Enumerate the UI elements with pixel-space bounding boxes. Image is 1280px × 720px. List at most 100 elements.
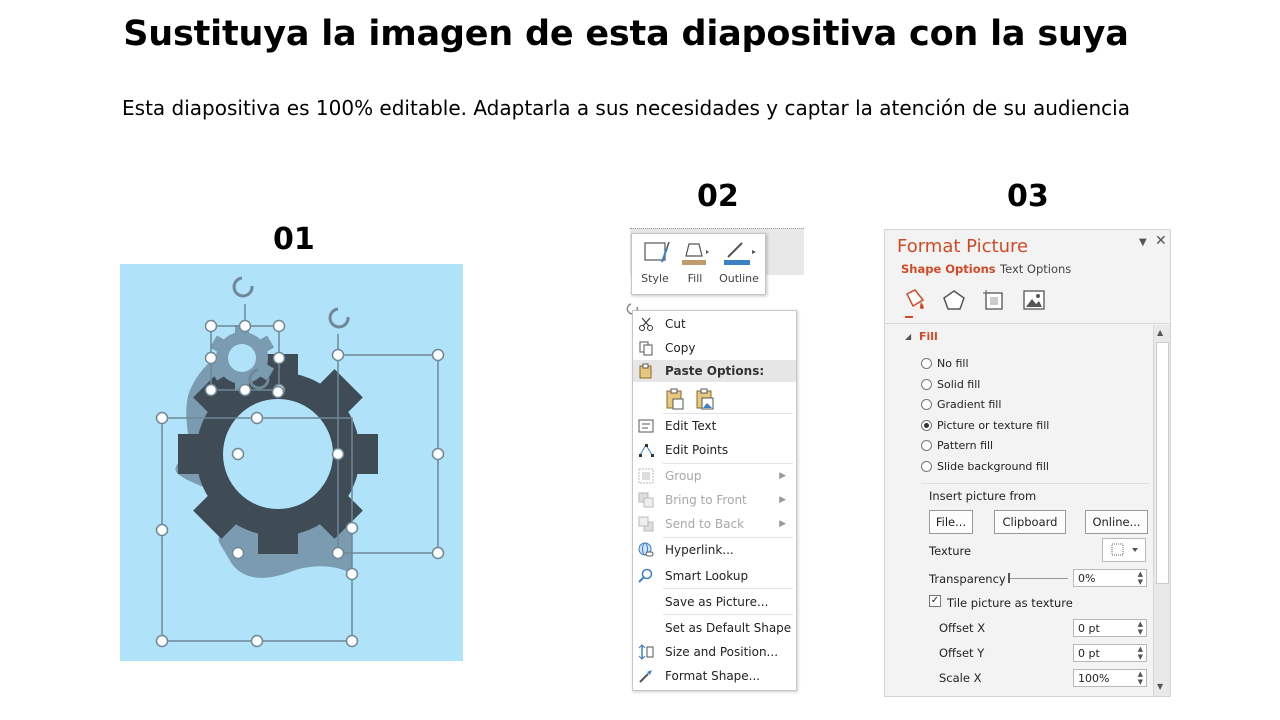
fill-line-tab-icon[interactable] <box>901 288 927 315</box>
send-to-back-icon <box>638 516 654 532</box>
head-gears-image[interactable] <box>120 264 463 661</box>
bring-to-front-icon <box>638 492 654 508</box>
spin-arrows-icon[interactable]: ▲ ▼ <box>1138 670 1143 686</box>
menu-separator <box>663 413 793 414</box>
menu-item-edit-text[interactable]: Edit Text <box>633 415 796 437</box>
gradient-fill-label: Gradient fill <box>937 398 1002 411</box>
no-fill-label: No fill <box>937 357 969 370</box>
offset-x-label: Offset X <box>939 621 986 635</box>
style-brush-icon <box>644 241 670 263</box>
scissors-icon <box>638 316 654 332</box>
pane-options-dropdown-icon[interactable]: ▼ <box>1139 237 1147 248</box>
cut-label: Cut <box>665 317 686 331</box>
scrollbar-thumb[interactable] <box>1156 342 1169 584</box>
offset-y-input[interactable]: 0 pt ▲ ▼ <box>1073 644 1147 662</box>
pane-title: Format Picture <box>897 236 1029 257</box>
texture-picker[interactable] <box>1102 538 1146 562</box>
slide-title: Sustituya la imagen de esta diapositiva … <box>123 14 1129 54</box>
step-number-03: 03 <box>1007 179 1049 214</box>
online-button[interactable]: Online... <box>1085 510 1148 534</box>
bring-to-front-label: Bring to Front <box>665 493 747 507</box>
solid-fill-label: Solid fill <box>937 378 981 391</box>
context-menu: Cut Copy Paste Options: Edit Text Edit P… <box>632 310 797 691</box>
paste-options-buttons <box>633 386 796 412</box>
clipboard-icon <box>638 363 654 379</box>
menu-item-hyperlink[interactable]: Hyperlink... <box>633 539 796 561</box>
mini-toolbar: Style Fill Outline <box>631 233 766 295</box>
section-divider <box>921 483 1149 484</box>
outline-label: Outline <box>719 272 759 285</box>
spin-arrows-icon[interactable]: ▲ ▼ <box>1138 645 1143 661</box>
step-number-01: 01 <box>273 222 315 257</box>
paste-options-label: Paste Options: <box>665 364 765 378</box>
edit-text-label: Edit Text <box>665 419 717 433</box>
hyperlink-label: Hyperlink... <box>665 543 734 557</box>
scale-x-label: Scale X <box>939 671 982 685</box>
transparency-slider-thumb[interactable] <box>1008 573 1010 583</box>
copy-label: Copy <box>665 341 696 355</box>
spin-arrows-icon[interactable]: ▲ ▼ <box>1138 570 1143 586</box>
style-label: Style <box>641 272 669 285</box>
scroll-up-icon[interactable]: ▲ <box>1157 328 1163 337</box>
size-position-icon <box>638 644 654 660</box>
style-button[interactable]: Style <box>638 238 672 288</box>
effects-pentagon-icon[interactable] <box>941 288 967 315</box>
fill-section-header[interactable]: Fill <box>919 330 938 343</box>
menu-item-bring-to-front[interactable]: Bring to Front ▶ <box>633 489 796 511</box>
close-icon[interactable]: ✕ <box>1155 233 1167 249</box>
scale-x-input[interactable]: 100% ▲ ▼ <box>1073 669 1147 687</box>
menu-item-edit-points[interactable]: Edit Points <box>633 439 796 461</box>
radio-button <box>921 399 932 410</box>
size-position-label: Size and Position... <box>665 645 779 659</box>
tile-label: Tile picture as texture <box>947 596 1073 610</box>
transparency-slider-track[interactable] <box>1010 578 1068 579</box>
radio-button <box>921 358 932 369</box>
menu-item-size-position[interactable]: Size and Position... <box>633 641 796 663</box>
size-properties-icon[interactable] <box>981 288 1007 315</box>
menu-separator <box>663 614 793 615</box>
pane-scrollbar[interactable]: ▲ ▼ <box>1153 325 1170 696</box>
menu-item-save-as-picture[interactable]: Save as Picture... <box>633 591 796 613</box>
pattern-fill-label: Pattern fill <box>937 439 994 452</box>
collapse-triangle-icon[interactable]: ◢ <box>905 332 911 341</box>
tile-checkbox[interactable]: ✓ <box>929 595 941 607</box>
menu-item-format-shape[interactable]: Format Shape... <box>633 665 796 687</box>
scale-x-value: 100% <box>1078 672 1110 685</box>
outline-button[interactable]: Outline <box>718 238 760 288</box>
radio-button <box>921 461 932 472</box>
edit-text-icon <box>638 418 654 434</box>
transparency-label: Transparency <box>929 572 1006 586</box>
file-button[interactable]: File... <box>929 510 973 534</box>
smart-lookup-label: Smart Lookup <box>665 569 749 583</box>
submenu-arrow-icon: ▶ <box>779 471 786 481</box>
menu-item-send-to-back[interactable]: Send to Back ▶ <box>633 513 796 535</box>
tab-text-options[interactable]: Text Options <box>1000 262 1071 276</box>
edit-points-icon <box>638 442 654 458</box>
fill-button[interactable]: Fill <box>678 238 712 288</box>
hyperlink-globe-icon <box>638 542 654 558</box>
pane-body: ◢ Fill No fill Solid fill Gradient fill … <box>885 325 1153 696</box>
pane-divider <box>885 323 1170 324</box>
clipboard-button[interactable]: Clipboard <box>994 510 1066 534</box>
submenu-arrow-icon: ▶ <box>779 519 786 529</box>
transparency-input[interactable]: 0% ▲ ▼ <box>1073 569 1147 587</box>
picture-tab-icon[interactable] <box>1021 288 1047 315</box>
texture-label: Texture <box>929 544 972 558</box>
menu-item-cut[interactable]: Cut <box>633 313 796 335</box>
head-gears-illustration <box>120 264 463 661</box>
tab-shape-options[interactable]: Shape Options <box>901 262 996 276</box>
paste-options-header: Paste Options: <box>633 360 796 382</box>
menu-item-smart-lookup[interactable]: Smart Lookup <box>633 565 796 587</box>
spin-arrows-icon[interactable]: ▲ ▼ <box>1138 620 1143 636</box>
offset-x-value: 0 pt <box>1078 622 1100 635</box>
menu-item-set-default-shape[interactable]: Set as Default Shape <box>633 617 796 639</box>
menu-item-group[interactable]: Group ▶ <box>633 465 796 487</box>
menu-item-copy[interactable]: Copy <box>633 337 796 359</box>
group-icon <box>638 468 654 484</box>
save-as-picture-label: Save as Picture... <box>665 595 769 609</box>
slide-subtitle: Esta diapositiva es 100% editable. Adapt… <box>122 96 1130 120</box>
submenu-arrow-icon: ▶ <box>779 495 786 505</box>
active-tab-indicator <box>905 316 913 318</box>
scroll-down-icon[interactable]: ▼ <box>1157 682 1163 691</box>
offset-x-input[interactable]: 0 pt ▲ ▼ <box>1073 619 1147 637</box>
